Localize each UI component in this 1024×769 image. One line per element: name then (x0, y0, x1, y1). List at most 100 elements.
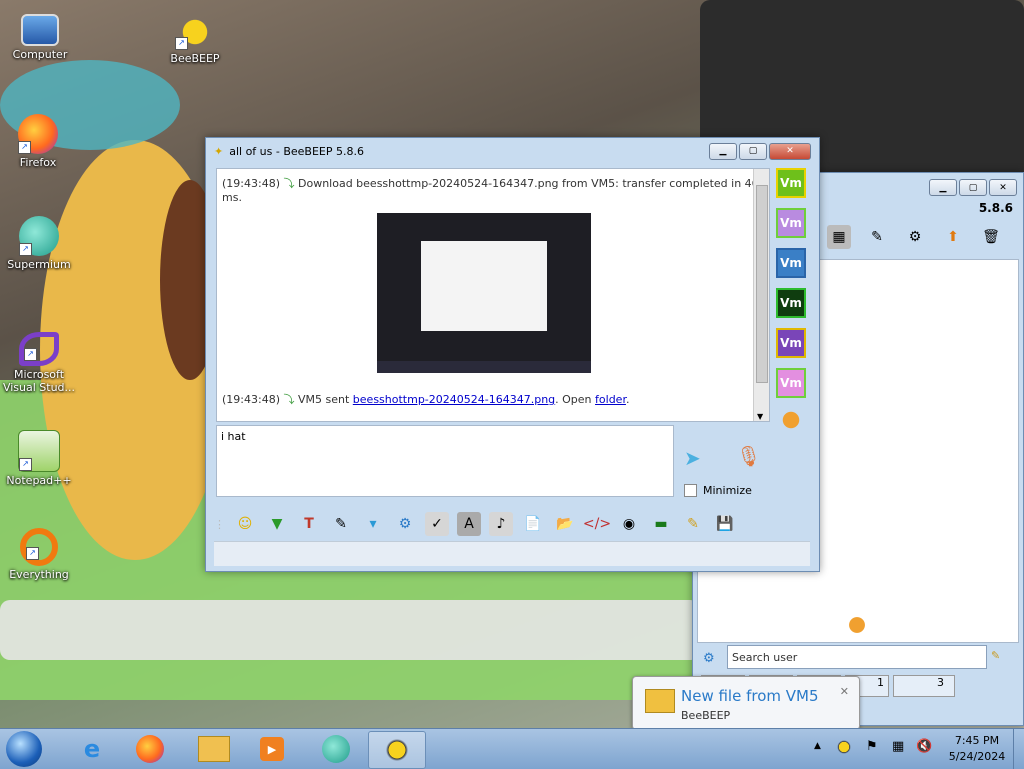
chat-window-title: all of us - BeeBEEP 5.8.6 (229, 144, 364, 158)
chat-window-titlebar[interactable]: ✦ all of us - BeeBEEP 5.8.6 ▁ ▢ ✕ (206, 138, 819, 164)
user-avatar[interactable]: Vm (776, 368, 806, 398)
close-button[interactable]: ✕ (769, 142, 811, 160)
update-icon[interactable]: ⬆ (941, 225, 965, 249)
note-icon[interactable]: ✎ (681, 512, 705, 536)
minimize-button[interactable]: ▁ (709, 142, 737, 160)
clear-search-icon[interactable]: ✎ (991, 649, 1000, 662)
tab-network[interactable]: 3 (893, 675, 955, 697)
taskbar-supermium[interactable] (308, 731, 364, 767)
trash-icon[interactable]: 🗑 (979, 225, 1003, 249)
visual-studio-icon: ↗ (19, 332, 59, 366)
network-tray-icon[interactable]: ▦ (892, 739, 904, 754)
message-time: (19:43:48) (222, 393, 280, 406)
ie-icon: e (83, 735, 101, 763)
taskbar-media-player[interactable]: ▶ (244, 731, 300, 767)
minimize-button[interactable]: ▁ (929, 179, 957, 196)
start-button[interactable] (6, 731, 42, 767)
bee-icon: ↗ (175, 10, 215, 50)
shortcut-arrow-icon: ↗ (26, 547, 39, 560)
notification-subtitle: BeeBEEP (681, 709, 731, 722)
action-center-flag-icon[interactable]: ⚑ (866, 739, 878, 754)
tray-clock[interactable]: 7:45 PM 5/24/2024 (944, 733, 1010, 765)
music-icon[interactable]: ♪ (489, 512, 513, 536)
chat-messages-area[interactable]: (19:43:48) ⤵ Download beesshottmp-202405… (216, 168, 770, 422)
minimize-label: Minimize (703, 484, 752, 497)
settings-icon[interactable]: ⚙ (393, 512, 417, 536)
filter-icon[interactable]: ▾ (361, 512, 385, 536)
desktop-icon-label: Notepad++ (6, 474, 72, 487)
desktop-icon-visual-studio[interactable]: ↗ Microsoft Visual Stud... (1, 332, 77, 394)
message-input-text: i hat (221, 430, 246, 443)
taskbar-ie[interactable]: e (64, 731, 120, 767)
send-icon[interactable]: ➤ (684, 446, 701, 470)
user-avatar[interactable]: Vm (776, 208, 806, 238)
desktop-icon-label: Firefox (19, 156, 57, 169)
shortcut-arrow-icon: ↗ (19, 458, 32, 471)
notification-title: New file from VM5 (681, 687, 819, 705)
taskbar-firefox[interactable] (122, 731, 178, 767)
user-avatar[interactable]: Vm (776, 248, 806, 278)
firefox-icon (136, 735, 164, 763)
settings-gear-icon[interactable]: ⚙ (703, 651, 715, 666)
scroll-down-icon[interactable]: ▼ (757, 412, 763, 421)
font-style-icon[interactable]: A (457, 512, 481, 536)
user-avatar-label: Vm (780, 336, 802, 350)
desktop-icon-supermium[interactable]: ↗ Supermium (1, 216, 77, 271)
status-bar (214, 541, 810, 566)
user-avatar[interactable]: Vm (776, 328, 806, 358)
user-avatar[interactable]: Vm (776, 168, 806, 198)
chat-scrollbar[interactable]: ▼ (753, 169, 769, 421)
notification-close-icon[interactable]: ✕ (840, 685, 849, 698)
supermium-icon (322, 735, 350, 763)
tray-expand-icon[interactable]: ▲ (814, 741, 821, 751)
notification-popup[interactable]: New file from VM5 BeeBEEP ✕ (632, 676, 860, 730)
send-folder-icon[interactable]: 📂 (553, 512, 577, 536)
file-link[interactable]: beesshottmp-20240524-164347.png (353, 393, 555, 406)
desktop-icon-computer[interactable]: Computer (2, 10, 78, 61)
font-icon[interactable]: T (297, 512, 321, 536)
camera-icon[interactable]: ◉ (617, 512, 641, 536)
network-icon[interactable]: ⚙ (903, 225, 927, 249)
folder-link[interactable]: folder (595, 393, 626, 406)
volume-muted-icon[interactable]: 🔇 (916, 739, 932, 754)
tray-bee-icon[interactable] (836, 739, 852, 755)
screenshot-icon[interactable]: ▬ (649, 512, 673, 536)
search-user-input[interactable]: Search user (727, 645, 987, 669)
shared-screenshot-thumbnail[interactable] (377, 213, 591, 373)
message-input[interactable]: i hat (216, 425, 674, 497)
color-pencil-icon[interactable]: ✎ (329, 512, 353, 536)
chat-users-bar: Vm Vm Vm Vm Vm Vm (771, 168, 811, 468)
maximize-button[interactable]: ▢ (739, 142, 767, 160)
desktop-icon-everything[interactable]: ↗ Everything (1, 528, 77, 581)
edit-icon[interactable]: ✎ (865, 225, 889, 249)
chat-window[interactable]: ✦ all of us - BeeBEEP 5.8.6 ▁ ▢ ✕ (19:43… (205, 137, 820, 572)
message-text: . Open (555, 393, 596, 406)
minimize-checkbox[interactable] (684, 484, 697, 497)
desktop-icon-notepadpp[interactable]: ↗ Notepad++ (1, 430, 77, 487)
emoticon-icon[interactable]: ☺ (233, 512, 257, 536)
toolbar-grip: ⋮ (214, 517, 225, 531)
desktop-icon-firefox[interactable]: ↗ Firefox (0, 114, 76, 169)
code-icon[interactable]: </> (583, 512, 611, 536)
send-file-icon[interactable]: 📄 (521, 512, 545, 536)
shortcut-arrow-icon: ↗ (175, 37, 188, 50)
maximize-button[interactable]: ▢ (959, 179, 987, 196)
taskbar-beebeep[interactable] (368, 731, 426, 769)
drop-down-icon[interactable]: ▼ (265, 512, 289, 536)
spellcheck-icon[interactable]: ✓ (425, 512, 449, 536)
group-icon[interactable]: ▦ (827, 225, 851, 249)
close-button[interactable]: ✕ (989, 179, 1017, 196)
save-icon[interactable]: 💾 (713, 512, 737, 536)
members-group-icon[interactable] (778, 408, 804, 432)
user-avatar[interactable]: Vm (776, 288, 806, 318)
bee-icon (384, 737, 410, 763)
shortcut-arrow-icon: ↗ (24, 348, 37, 361)
microphone-icon[interactable]: 🎙 (736, 444, 761, 468)
clock-date: 5/24/2024 (948, 750, 1006, 763)
message-text: VM5 sent (298, 393, 353, 406)
desktop-icon-beebeep[interactable]: ↗ BeeBEEP (157, 10, 233, 65)
minimize-option[interactable]: Minimize (684, 484, 752, 497)
scrollbar-thumb[interactable] (756, 185, 768, 383)
taskbar-explorer[interactable] (186, 731, 242, 767)
show-desktop-button[interactable] (1013, 729, 1024, 769)
